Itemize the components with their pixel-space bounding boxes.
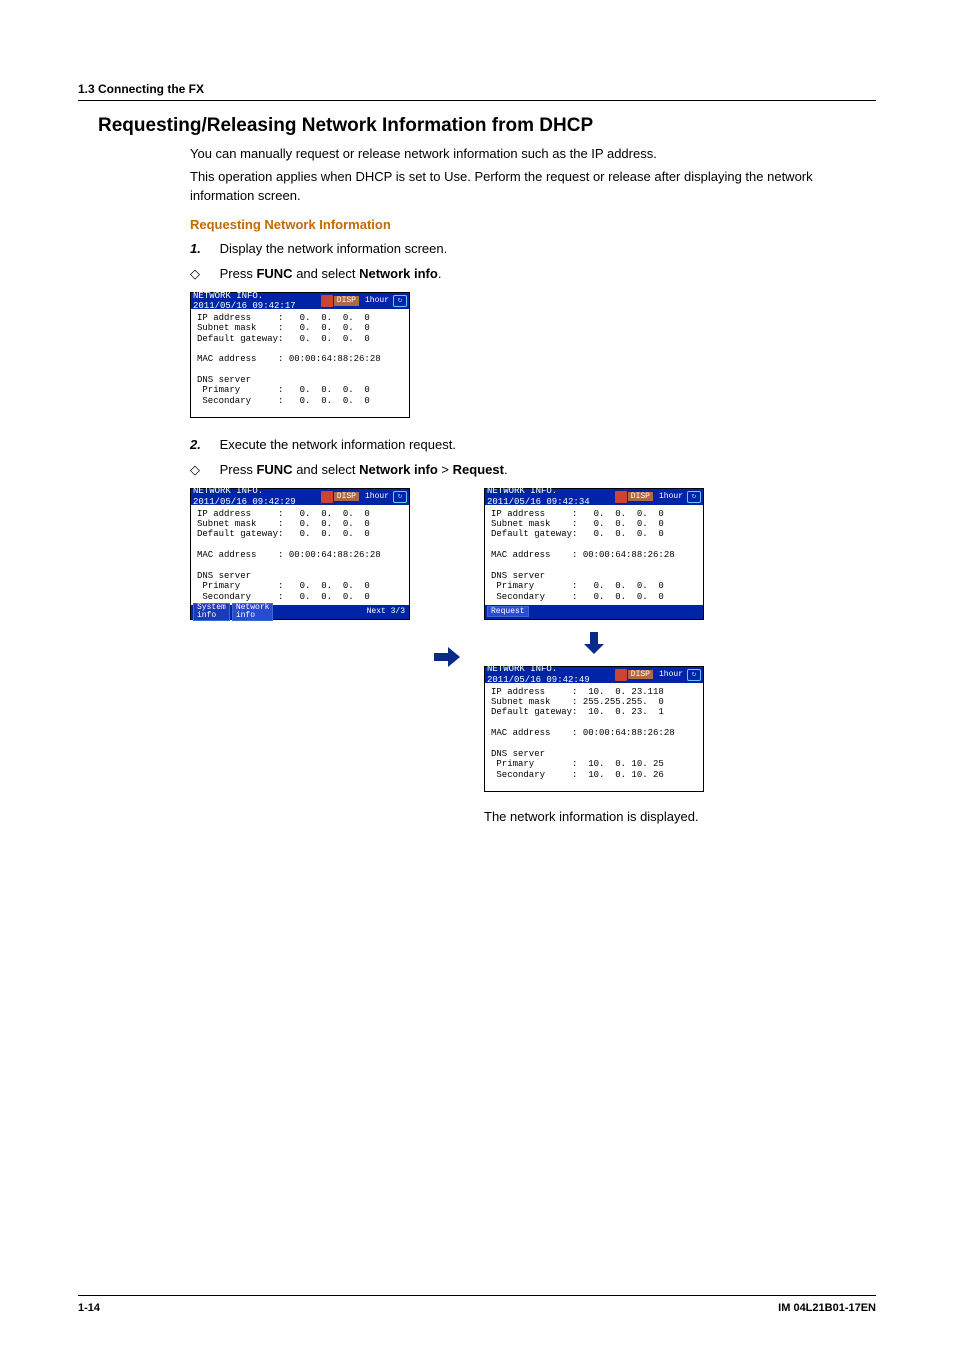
screenshot-column: NETWORK INFO.2011/05/16 09:42:34 DISP 1h…	[484, 488, 704, 827]
period-label: 1hour	[361, 492, 393, 501]
func-key: FUNC	[256, 266, 292, 281]
disp-badge: DISP	[334, 296, 359, 305]
loop-icon: ↻	[393, 491, 407, 503]
arrow-right-icon	[434, 647, 460, 667]
screen-content: IP address : 0. 0. 0. 0 Subnet mask : 0.…	[485, 505, 703, 605]
procedure-list: 1. Display the network information scree…	[190, 240, 856, 284]
screen-softkey-bar: System info Network info Next 3/3	[191, 605, 409, 619]
menu-item: Network info	[359, 266, 438, 281]
softkey-next-page[interactable]: Next 3/3	[367, 607, 407, 616]
diamond-bullet-icon	[190, 265, 216, 284]
rule-bottom	[78, 1295, 876, 1296]
screen-titlebar: NETWORK INFO.2011/05/16 09:42:29 DISP 1h…	[191, 489, 409, 505]
screen-content: IP address : 10. 0. 23.118 Subnet mask :…	[485, 683, 703, 791]
intro-paragraph-1: You can manually request or release netw…	[190, 145, 856, 164]
manual-id: IM 04L21B01-17EN	[778, 1302, 876, 1314]
softkey-system-info[interactable]: System info	[193, 603, 230, 621]
device-screen: NETWORK INFO.2011/05/16 09:42:34 DISP 1h…	[484, 488, 704, 620]
loop-icon: ↻	[687, 491, 701, 503]
screen-title: NETWORK INFO.2011/05/16 09:42:34	[487, 486, 590, 507]
screen-titlebar: NETWORK INFO.2011/05/16 09:42:17 DISP 1h…	[191, 293, 409, 309]
step-1: 1. Display the network information scree…	[190, 240, 856, 259]
period-label: 1hour	[655, 670, 687, 679]
device-screen: NETWORK INFO.2011/05/16 09:42:49 DISP 1h…	[484, 666, 704, 792]
page: 1.3 Connecting the FX Requesting/Releasi…	[0, 0, 954, 1350]
device-screen: NETWORK INFO.2011/05/16 09:42:29 DISP 1h…	[190, 488, 410, 620]
heading-3: Requesting Network Information	[190, 216, 856, 235]
t: and select	[293, 462, 360, 477]
t: >	[438, 462, 453, 477]
section-breadcrumb: 1.3 Connecting the FX	[78, 82, 876, 96]
screen-titlebar: NETWORK INFO.2011/05/16 09:42:49 DISP 1h…	[485, 667, 703, 683]
step-text: Execute the network information request.	[220, 437, 456, 452]
screenshot-block-2: NETWORK INFO.2011/05/16 09:42:29 DISP 1h…	[190, 488, 856, 827]
period-label: 1hour	[655, 492, 687, 501]
page-footer: 1-14 IM 04L21B01-17EN	[78, 1295, 876, 1314]
t: .	[504, 462, 508, 477]
func-key: FUNC	[256, 462, 292, 477]
screenshot-caption: The network information is displayed.	[484, 808, 704, 827]
screenshot-row: NETWORK INFO.2011/05/16 09:42:29 DISP 1h…	[190, 488, 856, 827]
step-number: 2.	[190, 436, 216, 455]
menu-item: Request	[453, 462, 504, 477]
arrow-down-icon	[584, 632, 604, 654]
screen-content: IP address : 0. 0. 0. 0 Subnet mask : 0.…	[191, 505, 409, 605]
loop-icon: ↻	[687, 669, 701, 681]
disp-badge: DISP	[334, 492, 359, 501]
disp-badge: DISP	[628, 670, 653, 679]
rule-top	[78, 100, 876, 101]
screen-softkey-bar: Request	[485, 605, 703, 619]
status-icon	[321, 491, 333, 503]
screen-titlebar: NETWORK INFO.2011/05/16 09:42:34 DISP 1h…	[485, 489, 703, 505]
disp-badge: DISP	[628, 492, 653, 501]
device-screen: NETWORK INFO.2011/05/16 09:42:17 DISP 1h…	[190, 292, 410, 418]
screen-title: NETWORK INFO.2011/05/16 09:42:17	[193, 291, 296, 312]
status-icon	[321, 295, 333, 307]
page-number: 1-14	[78, 1302, 100, 1314]
intro-paragraph-2: This operation applies when DHCP is set …	[190, 168, 856, 206]
screenshot-block-1: NETWORK INFO.2011/05/16 09:42:17 DISP 1h…	[190, 292, 856, 418]
t: Press	[220, 462, 257, 477]
t: and select	[293, 266, 360, 281]
status-icon	[615, 669, 627, 681]
softkey-request[interactable]: Request	[487, 606, 529, 617]
step-2: 2. Execute the network information reque…	[190, 436, 856, 455]
status-icon	[615, 491, 627, 503]
step-text: Display the network information screen.	[220, 241, 448, 256]
step-2-sub: Press FUNC and select Network info > Req…	[190, 461, 856, 480]
period-label: 1hour	[361, 296, 393, 305]
t: .	[438, 266, 442, 281]
procedure-list-2: 2. Execute the network information reque…	[190, 436, 856, 480]
heading-2: Requesting/Releasing Network Information…	[98, 115, 876, 137]
screen-content: IP address : 0. 0. 0. 0 Subnet mask : 0.…	[191, 309, 409, 417]
diamond-bullet-icon	[190, 461, 216, 480]
step-number: 1.	[190, 240, 216, 259]
screen-title: NETWORK INFO.2011/05/16 09:42:29	[193, 486, 296, 507]
loop-icon: ↻	[393, 295, 407, 307]
t: Press	[220, 266, 257, 281]
softkey-network-info[interactable]: Network info	[232, 603, 274, 621]
menu-item: Network info	[359, 462, 438, 477]
body-column: You can manually request or release netw…	[190, 145, 856, 827]
screen-title: NETWORK INFO.2011/05/16 09:42:49	[487, 664, 590, 685]
step-1-sub: Press FUNC and select Network info.	[190, 265, 856, 284]
